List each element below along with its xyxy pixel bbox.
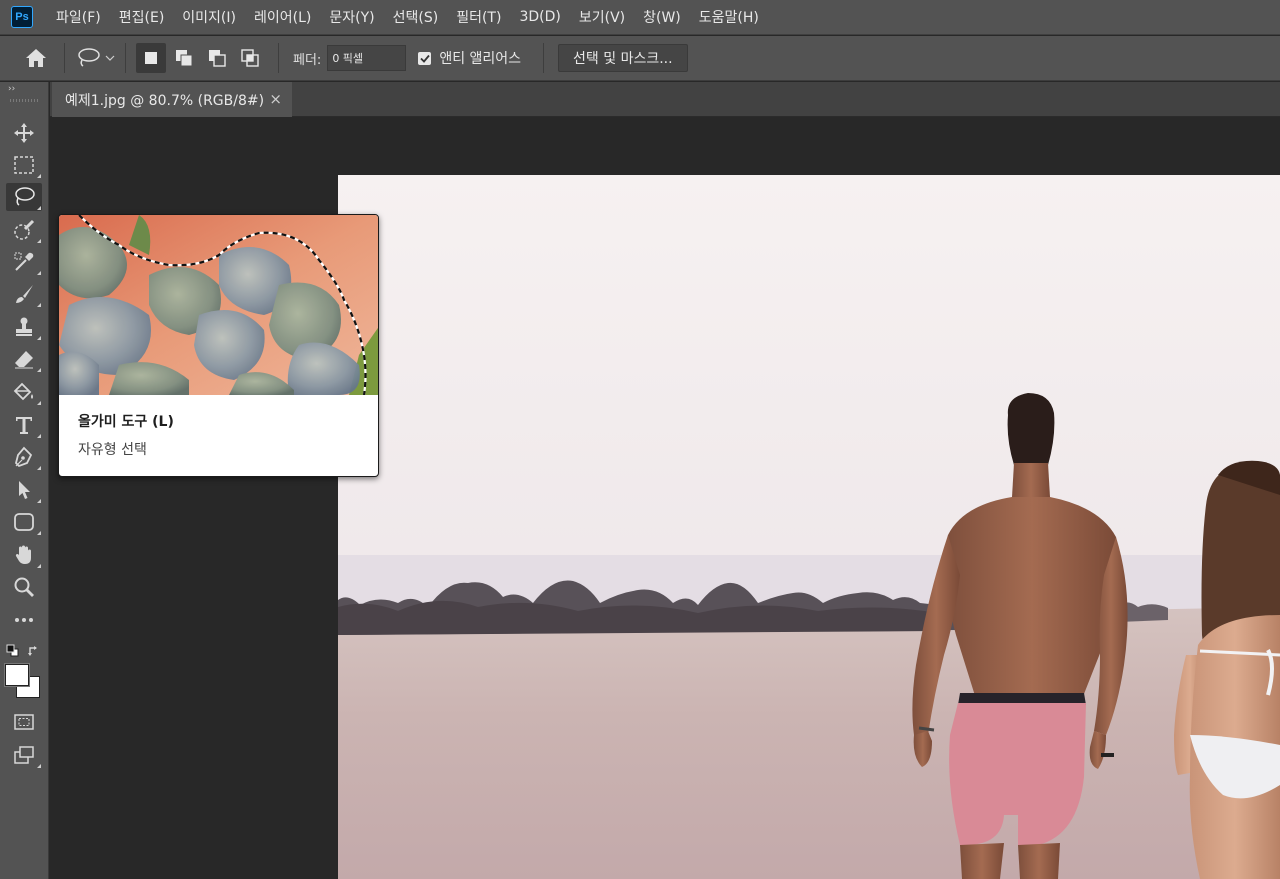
more-icon [15,618,33,622]
menu-image[interactable]: 이미지(I) [173,0,245,35]
add-selection-button[interactable] [169,43,199,73]
lasso-icon [78,48,100,67]
stamp-tool[interactable] [6,313,42,341]
swap-colors-button[interactable] [27,643,41,657]
menu-bar: Ps 파일(F) 편집(E) 이미지(I) 레이어(L) 문자(Y) 선택(S)… [0,0,1280,35]
menu-layer[interactable]: 레이어(L) [245,0,320,35]
antialias-label: 앤티 앨리어스 [439,51,522,67]
path-select-icon [19,481,30,499]
beach-photo [338,175,1280,879]
home-icon [26,49,46,67]
more-tools-button[interactable] [6,606,42,634]
tool-preset-picker[interactable] [77,47,115,69]
move-tool[interactable] [6,119,42,147]
panel-grip[interactable] [10,99,38,102]
document-tab[interactable]: 예제1.jpg @ 80.7% (RGB/8#) × [52,82,292,117]
menu-edit[interactable]: 편집(E) [110,0,174,35]
close-tab-button[interactable]: × [269,90,282,108]
eyedropper-icon [14,252,34,271]
antialias-toggle[interactable]: 앤티 앨리어스 [418,48,521,68]
separator [543,43,545,73]
collapse-panel-button[interactable]: ›› [8,84,15,94]
menu-type[interactable]: 문자(Y) [320,0,383,35]
swap-colors-icon [28,646,37,656]
default-colors-button[interactable] [6,643,20,657]
menu-help[interactable]: 도움말(H) [690,0,768,35]
brush-icon [16,285,33,303]
tools-panel: ›› [0,82,49,879]
clone-stamp-icon [16,317,32,336]
menu-file[interactable]: 파일(F) [47,0,110,35]
zoom-icon [14,577,34,597]
pen-tool[interactable] [6,443,42,471]
antialias-checkbox[interactable] [418,51,432,65]
paint-bucket-icon [13,382,33,401]
rounded-rect-icon [14,513,34,531]
new-selection-button[interactable] [136,43,166,73]
eyedropper-tool[interactable] [6,248,42,276]
photoshop-window: Ps 파일(F) 편집(E) 이미지(I) 레이어(L) 문자(Y) 선택(S)… [0,0,1280,879]
subtract-selection-button[interactable] [202,43,232,73]
menu-select[interactable]: 선택(S) [384,0,448,35]
brush-tool[interactable] [6,280,42,308]
separator [125,43,126,73]
checkmark-icon [420,54,430,63]
screen-mode-button[interactable] [6,741,42,769]
intersect-selection-icon [241,49,259,67]
rect-marquee-icon [14,156,34,174]
home-button[interactable] [18,40,54,76]
lasso-demo-image [59,215,378,395]
photoshop-logo[interactable]: Ps [11,6,33,28]
chevron-down-icon [105,55,115,61]
menu-window[interactable]: 창(W) [634,0,690,35]
lasso-icon [15,187,35,206]
quick-mask-icon [14,714,34,730]
menu-3d[interactable]: 3D(D) [510,0,569,35]
move-icon [14,123,34,143]
paint-bucket-tool[interactable] [6,378,42,406]
menu-filter[interactable]: 필터(T) [447,0,510,35]
marquee-tool[interactable] [6,151,42,179]
document-canvas[interactable] [338,175,1280,879]
separator [64,43,65,73]
quick-mask-button[interactable] [6,708,42,736]
menu-view[interactable]: 보기(V) [570,0,634,35]
type-icon [16,417,32,434]
foreground-color-swatch[interactable] [5,664,29,686]
options-bar: 페더: 앤티 앨리어스 선택 및 마스크... [0,36,1280,81]
new-selection-icon [145,52,157,64]
zoom-tool[interactable] [6,573,42,601]
eraser-tool[interactable] [6,345,42,373]
tooltip-description: 자유형 선택 [78,442,147,458]
default-colors-icon [6,644,19,657]
document-tab-strip: 예제1.jpg @ 80.7% (RGB/8#) × [50,82,1280,117]
type-tool[interactable] [6,411,42,439]
pen-icon [15,446,33,468]
intersect-selection-button[interactable] [235,43,265,73]
hand-icon [15,545,31,564]
document-tab-title: 예제1.jpg @ 80.7% (RGB/8#) [65,92,265,109]
lasso-tool[interactable] [6,183,42,211]
separator [278,43,279,73]
screen-mode-icon [14,746,34,764]
tool-tooltip: 올가미 도구 (L) 자유형 선택 [58,214,379,477]
tooltip-title: 올가미 도구 (L) [78,414,174,430]
path-select-tool[interactable] [6,476,42,504]
select-and-mask-button[interactable]: 선택 및 마스크... [558,44,688,72]
quick-select-tool[interactable] [6,216,42,244]
hand-tool[interactable] [6,541,42,569]
quick-select-icon [14,219,35,240]
shape-tool[interactable] [6,508,42,536]
subtract-from-selection-icon [209,50,226,67]
add-to-selection-icon [176,50,193,67]
feather-input[interactable] [327,45,407,71]
eraser-icon [15,351,33,369]
feather-label: 페더: [293,52,322,68]
